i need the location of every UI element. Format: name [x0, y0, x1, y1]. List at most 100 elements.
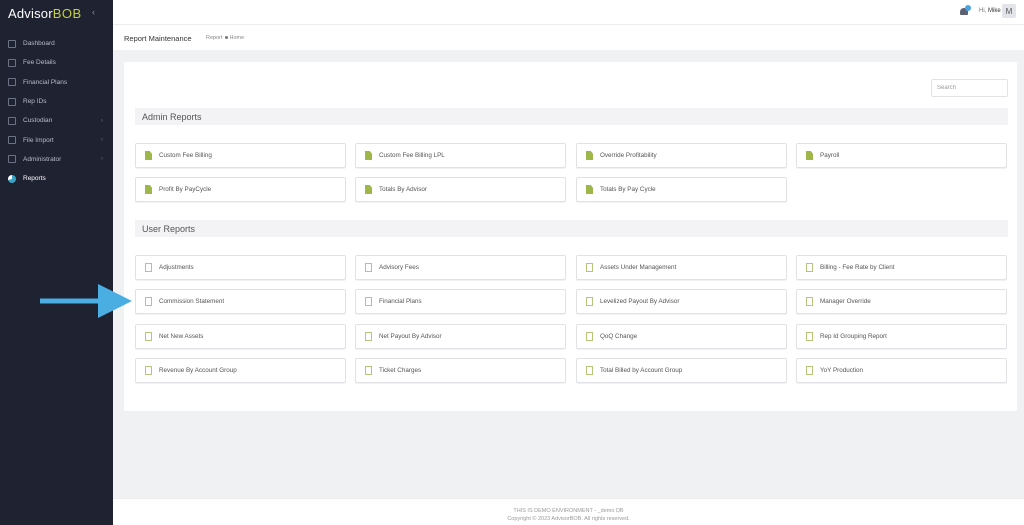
report-label: Custom Fee Billing LPL	[379, 152, 445, 159]
report-button-totals-by-pay-cycle[interactable]: Totals By Pay Cycle	[576, 177, 787, 202]
report-button-revenue-by-account-group[interactable]: Revenue By Account Group	[135, 357, 346, 383]
app-logo[interactable]: Advisor BOB	[8, 5, 82, 21]
report-label: Payroll	[820, 152, 840, 159]
report-button-override-profitability[interactable]: Override Profitability	[576, 143, 787, 168]
document-icon	[586, 331, 593, 341]
brand-accent: BOB	[52, 5, 82, 21]
environment-notice: THIS IS DEMO ENVIRONMENT - _demo DB	[513, 508, 624, 514]
report-button-commission-statement[interactable]: Commission Statement	[135, 289, 346, 315]
report-button-billing-fee-rate-by-client[interactable]: Billing - Fee Rate by Client	[796, 255, 1007, 280]
report-label: Commission Statement	[159, 298, 225, 306]
sidebar-item-label: Fee Details	[23, 59, 56, 67]
sidebar-item-label: Custodian	[23, 117, 53, 125]
document-icon	[806, 297, 813, 307]
document-icon	[806, 151, 813, 160]
sidebar-item-administrator[interactable]: Administrator ›	[0, 150, 113, 169]
document-icon	[586, 365, 593, 375]
report-label: Profit By PayCycle	[159, 186, 212, 193]
report-button-rep-id-grouping-report[interactable]: Rep Id Grouping Report	[796, 323, 1007, 349]
sidebar-item-financial-plans[interactable]: Financial Plans	[0, 73, 113, 92]
sidebar-item-custodian[interactable]: Custodian ›	[0, 111, 113, 130]
chevron-right-icon: ›	[101, 117, 103, 124]
report-label: Revenue By Account Group	[159, 366, 237, 374]
report-button-yoy-production[interactable]: YoY Production	[796, 357, 1007, 383]
document-icon	[145, 365, 152, 375]
report-button-totals-by-advisor[interactable]: Totals By Advisor	[355, 177, 566, 202]
document-icon	[145, 331, 152, 341]
report-button-levelized-payout-by-advisor[interactable]: Levelized Payout By Advisor	[576, 289, 787, 315]
sidebar: Advisor BOB ‹ Dashboard Fee Details Financi…	[0, 0, 113, 525]
list-icon	[8, 58, 16, 67]
sidebar-item-fee-details[interactable]: Fee Details	[0, 53, 113, 72]
document-icon	[806, 331, 813, 341]
report-label: Totals By Advisor	[379, 186, 427, 193]
breadcrumb-current: Report	[206, 35, 223, 41]
document-icon	[586, 263, 593, 272]
document-icon	[586, 297, 593, 307]
sidebar-item-rep-ids[interactable]: Rep IDs	[0, 92, 113, 111]
report-label: Financial Plans	[379, 298, 422, 306]
document-icon	[145, 151, 152, 160]
report-button-manager-override[interactable]: Manager Override	[796, 289, 1007, 315]
report-button-net-payout-by-advisor[interactable]: Net Payout By Advisor	[355, 323, 566, 349]
notification-badge	[965, 5, 971, 11]
sidebar-item-label: Financial Plans	[23, 78, 68, 86]
report-label: Custom Fee Billing	[159, 152, 212, 159]
report-label: Manager Override	[820, 298, 871, 306]
document-icon	[145, 263, 152, 272]
report-label: Advisory Fees	[379, 264, 419, 271]
grid-icon	[8, 116, 16, 125]
home-icon	[8, 39, 16, 48]
report-button-total-billed-by-account-group[interactable]: Total Billed by Account Group	[576, 357, 787, 383]
report-button-assets-under-management[interactable]: Assets Under Management	[576, 255, 787, 280]
document-icon	[145, 185, 152, 194]
report-label: Assets Under Management	[600, 264, 677, 271]
chevron-right-icon: ›	[101, 137, 103, 144]
document-icon	[586, 151, 593, 160]
report-label: Total Billed by Account Group	[600, 366, 683, 374]
report-button-ticket-charges[interactable]: Ticket Charges	[355, 357, 566, 383]
report-button-custom-fee-billing[interactable]: Custom Fee Billing	[135, 143, 346, 168]
chevron-right-icon: ›	[101, 156, 103, 163]
avatar[interactable]: M	[1002, 4, 1016, 18]
sidebar-item-label: Dashboard	[23, 40, 55, 48]
document-icon	[365, 151, 372, 160]
document-icon	[806, 365, 813, 375]
report-label: Totals By Pay Cycle	[600, 186, 656, 193]
report-button-profit-by-paycycle[interactable]: Profit By PayCycle	[135, 177, 346, 202]
search-input[interactable]	[931, 79, 1008, 97]
report-label: Rep Id Grouping Report	[820, 332, 887, 340]
bell-icon[interactable]	[960, 5, 971, 16]
document-icon	[365, 185, 372, 194]
user-name: Mike	[988, 8, 1001, 14]
report-button-financial-plans[interactable]: Financial Plans	[355, 289, 566, 315]
sidebar-item-file-import[interactable]: File Import ›	[0, 130, 113, 149]
section-title: Admin Reports	[142, 112, 202, 122]
user-greeting: Hi, Mike	[979, 8, 1001, 14]
report-button-custom-fee-billing-lpl[interactable]: Custom Fee Billing LPL	[355, 143, 566, 168]
sidebar-item-dashboard[interactable]: Dashboard	[0, 34, 113, 53]
page-header: Report Maintenance Report Home	[113, 24, 1024, 50]
document-icon	[365, 365, 372, 375]
copyright: Copyright © 2023 AdvisorBOB. All rights …	[507, 516, 630, 522]
reports-card: Admin Reports Custom Fee Billing Custom F…	[124, 62, 1017, 411]
sidebar-item-label: Rep IDs	[23, 98, 47, 106]
report-button-advisory-fees[interactable]: Advisory Fees	[355, 255, 566, 280]
brand-name: Advisor	[8, 5, 53, 21]
sidebar-item-label: Reports	[23, 175, 46, 183]
user-reports-header: User Reports	[135, 220, 1008, 237]
greeting-prefix: Hi,	[979, 8, 987, 14]
breadcrumb-home[interactable]: Home	[230, 35, 245, 41]
sidebar-item-reports[interactable]: Reports	[0, 169, 113, 188]
report-button-payroll[interactable]: Payroll	[796, 143, 1007, 168]
report-label: QoQ Change	[600, 332, 638, 340]
chevron-left-icon[interactable]: ‹	[92, 7, 95, 17]
document-icon	[365, 331, 372, 341]
report-button-adjustments[interactable]: Adjustments	[135, 255, 346, 280]
report-button-net-new-assets[interactable]: Net New Assets	[135, 323, 346, 349]
id-card-icon	[8, 97, 16, 106]
report-label: Levelized Payout By Advisor	[600, 298, 680, 306]
arrow-right-icon	[40, 284, 132, 318]
pie-chart-icon	[8, 174, 16, 183]
report-button-qoq-change[interactable]: QoQ Change	[576, 323, 787, 349]
